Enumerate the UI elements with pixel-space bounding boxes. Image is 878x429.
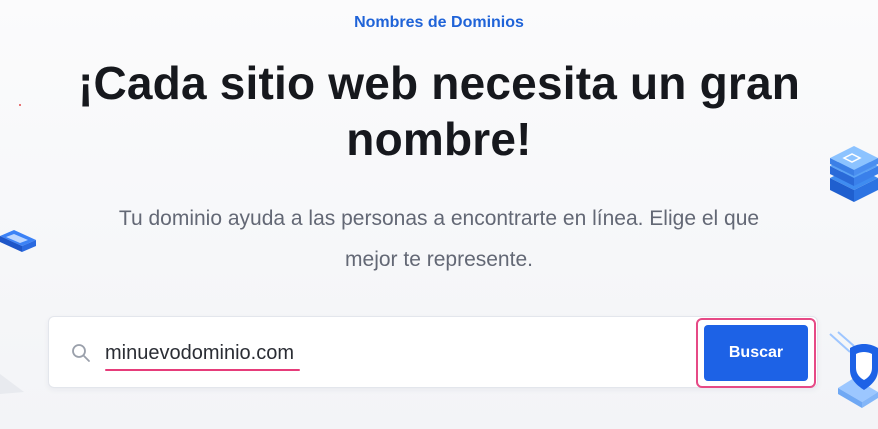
domain-search-input[interactable] bbox=[105, 335, 665, 371]
small-red-dot bbox=[19, 104, 21, 106]
left-isometric-block-illustration bbox=[0, 230, 36, 252]
page-title-line-1: ¡Cada sitio web necesita un gran bbox=[77, 57, 801, 109]
search-icon bbox=[72, 344, 90, 362]
page-title-line-2: nombre! bbox=[346, 113, 532, 165]
page-subtitle: Tu dominio ayuda a las personas a encont… bbox=[60, 198, 818, 280]
shield-platform-icon bbox=[829, 331, 878, 408]
search-button[interactable]: Buscar bbox=[704, 325, 808, 381]
section-eyebrow: Nombres de Dominios bbox=[354, 14, 524, 31]
page-title: ¡Cada sitio web necesita un gran nombre! bbox=[60, 55, 818, 167]
page-subtitle-line-2: mejor te represente. bbox=[345, 248, 533, 271]
left-faint-shape-illustration bbox=[0, 374, 24, 394]
page-subtitle-line-1: Tu dominio ayuda a las personas a encont… bbox=[118, 207, 760, 230]
server-stack-icon bbox=[830, 146, 878, 202]
input-spellcheck-underline bbox=[105, 369, 300, 371]
